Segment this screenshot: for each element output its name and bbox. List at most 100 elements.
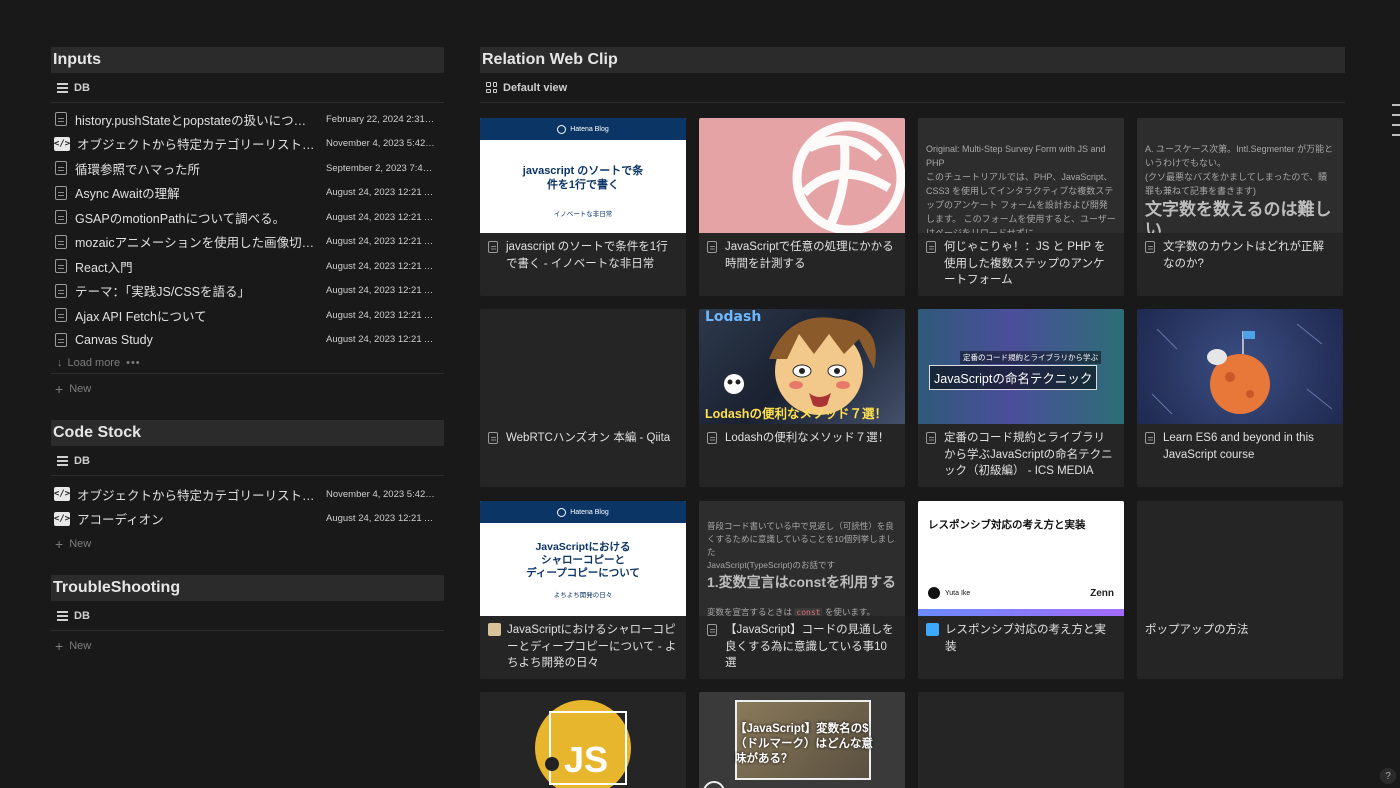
hatena-brand-bar: Hatena Blog [480,501,686,523]
page-icon [55,185,67,200]
item-title: React入門 [75,260,133,275]
card-title: ポップアップの方法 [1145,624,1249,636]
new-label: New [69,383,92,395]
new-button-code-stock[interactable]: + New [51,531,444,557]
card-thumbnail [699,118,905,233]
card-thumbnail: JS [480,692,686,788]
list-item[interactable]: テーマ：「実践JS/CSSを語る」 August 24, 2023 12:21 A… [51,279,444,304]
gallery-card[interactable]: レスポンシブ対応の考え方と実装 Yuta Ike Zenn レスポンシブ対応の考… [918,501,1124,679]
gallery-card[interactable]: 定番のコード規約とライブラリから学ぶ JavaScriptの命名テクニック 定番… [918,309,1124,487]
new-label: New [69,640,92,652]
page-icon [55,308,67,323]
page-icon [707,624,717,636]
card-title: 何じゃこりゃ！：JS と PHP を使用した複数ステップのアンケートフォーム [944,241,1106,286]
list-item[interactable]: Ajax API Fetchについて August 24, 2023 12:21 … [51,303,444,328]
page-icon [55,210,67,225]
gallery-card[interactable]: Hatena Blog JavaScriptにおける シャローコピーと ディープ… [480,501,686,679]
item-date: August 24, 2023 12:21 AM [326,285,438,297]
item-title: Ajax API Fetchについて [75,309,207,324]
db-tab-code-stock[interactable]: DB [51,446,444,476]
item-title: オブジェクトから特定カテゴリーリストを取得 [77,138,318,153]
thumb-small: 定番のコード規約とライブラリから学ぶ [960,351,1101,364]
item-title: GSAPのmotionPathについて調べる。 [75,211,286,226]
gallery-card[interactable]: JS [480,692,686,788]
list-item[interactable]: mozaicアニメーションを使用した画像切り替え August 24, 2023 … [51,230,444,255]
gallery-card[interactable]: Lodash Lodashの便利なメソッド７選！ Lodashの便利なメソッド７ [699,309,905,487]
thumb-sub: イノベートな非日常 [553,211,613,218]
page-icon [55,259,67,274]
list-item[interactable]: Canvas Study August 24, 2023 12:21 AM [51,328,444,353]
card-thumbnail: レスポンシブ対応の考え方と実装 Yuta Ike Zenn [918,501,1124,616]
list-item[interactable]: GSAPのmotionPathについて調べる。 August 24, 2023 1… [51,205,444,230]
list-item[interactable]: history.pushStateとpopstateの扱いについて Februar… [51,107,444,132]
thumb-author: Yuta Ike [928,587,970,599]
hatena-brand-bar: Hatena Blog [480,118,686,140]
card-title: 定番のコード規約とライブラリから学ぶJavaScriptの命名テクニック（初級編… [944,432,1113,477]
section-title-inputs[interactable]: Inputs [51,47,444,73]
card-thumbnail: 定番のコード規約とライブラリから学ぶ JavaScriptの命名テクニック [918,309,1124,424]
new-button-inputs[interactable]: + New [51,374,444,404]
page-icon [55,112,67,127]
section-title-troubleshooting[interactable]: TroubleShooting [51,575,444,601]
gallery-card[interactable]: 【JavaScript】変数名の$（ドルマーク）はどんな意味がある？ [699,692,905,788]
thumb-code: const [794,608,823,616]
section-title-relation[interactable]: Relation Web Clip [480,47,1345,73]
thumb-heading: JavaScriptにおける シャローコピーと ディープコピーについて [526,541,640,579]
item-title: history.pushStateとpopstateの扱いについて [75,113,318,128]
card-title: レスポンシブ対応の考え方と実装 [945,624,1106,653]
gallery-card[interactable]: JavaScriptで任意の処理にかかる時間を計測する [699,118,905,296]
js-logo-icon: JS [535,700,631,788]
help-icon[interactable]: ? [1380,768,1396,784]
more-options-icon[interactable]: ••• [126,357,141,369]
list-item[interactable]: React入門 August 24, 2023 12:21 AM [51,254,444,279]
outline-scroll-indicator[interactable] [1392,104,1400,144]
plus-icon: + [55,638,64,654]
card-caption: Lodashの便利なメソッド７選！ [707,430,897,447]
section-title-code-stock[interactable]: Code Stock [51,420,444,446]
gallery-card[interactable]: Original: Multi-Step Survey Form with JS… [918,118,1124,296]
thumb-sub: よちよち開発の日々 [553,592,613,599]
planet-illustration-icon [1151,323,1333,415]
zenn-logo: Zenn [1090,588,1114,599]
db-label: DB [74,609,90,622]
load-more-label: Load more [67,356,121,369]
item-title: Async Awaitの理解 [75,187,180,202]
view-tab-default[interactable]: Default view [480,73,1345,103]
card-thumbnail: Hatena Blog javascript のソートで条件を1行で書く イノベ… [480,118,686,233]
arrow-down-icon: ↓ [57,356,63,369]
list-item[interactable]: 循環参照でハマった所 September 2, 2023 7:42 PM [51,156,444,181]
card-title: 【JavaScript】コードの見通しを良くする為に意識している事10選 [725,624,894,669]
card-title: Learn ES6 and beyond in this JavaScript … [1163,432,1314,461]
left-column: Inputs DB history.pushStateとpopstateの扱いに… [51,47,444,661]
gallery-card[interactable]: ポップアップの方法 [1137,501,1343,679]
card-caption: WebRTCハンズオン 本編 - Qiita [488,430,678,447]
code-icon: </> [53,487,71,502]
db-tab-troubleshooting[interactable]: DB [51,601,444,631]
load-more-button[interactable]: ↓ Load more ••• [51,352,444,374]
gallery-card[interactable] [918,692,1124,788]
db-label: DB [74,454,90,467]
item-date: August 24, 2023 12:21 AM [326,236,438,248]
thumb-mid: 1.変数宣言はconstを利用する [707,574,897,590]
list-item[interactable]: Async Awaitの理解 August 24, 2023 12:21 AM [51,181,444,206]
gallery-card[interactable]: A. ユースケース次第。Intl.Segmenter が万能というわけでもない。… [1137,118,1343,296]
page-icon [1145,432,1155,444]
zenn-icon [926,623,939,636]
card-thumbnail [1137,501,1343,616]
card-caption: JavaScriptで任意の処理にかかる時間を計測する [707,239,897,272]
list-item[interactable]: </> アコーディオン August 24, 2023 12:21 AM [51,507,444,532]
new-button-troubleshooting[interactable]: + New [51,631,444,661]
gallery-card[interactable]: WebRTCハンズオン 本編 - Qiita [480,309,686,487]
card-thumbnail [1137,309,1343,424]
gallery-card[interactable]: 普段コード書いている中で見返し（可読性）を良くするために意識していることを10個… [699,501,905,679]
list-item[interactable]: </> オブジェクトから特定カテゴリーリストを取得 November 4, 2023… [51,132,444,157]
gallery-card[interactable]: Hatena Blog javascript のソートで条件を1行で書く イノベ… [480,118,686,296]
card-title: 文字数のカウントはどれが正解なのか? [1163,241,1324,270]
gallery-card[interactable]: Learn ES6 and beyond in this JavaScript … [1137,309,1343,487]
db-tab-inputs[interactable]: DB [51,73,444,103]
thumb-text: 普段コード書いている中で見返し（可読性）を良くするために意識していることを10個… [707,521,895,570]
card-caption: ポップアップの方法 [1145,622,1335,639]
card-caption: 【JavaScript】コードの見通しを良くする為に意識している事10選 [707,622,897,672]
list-item[interactable]: </> オブジェクトから特定カテゴリーリストを取得 November 4, 2023… [51,482,444,507]
plus-icon: + [55,536,64,552]
